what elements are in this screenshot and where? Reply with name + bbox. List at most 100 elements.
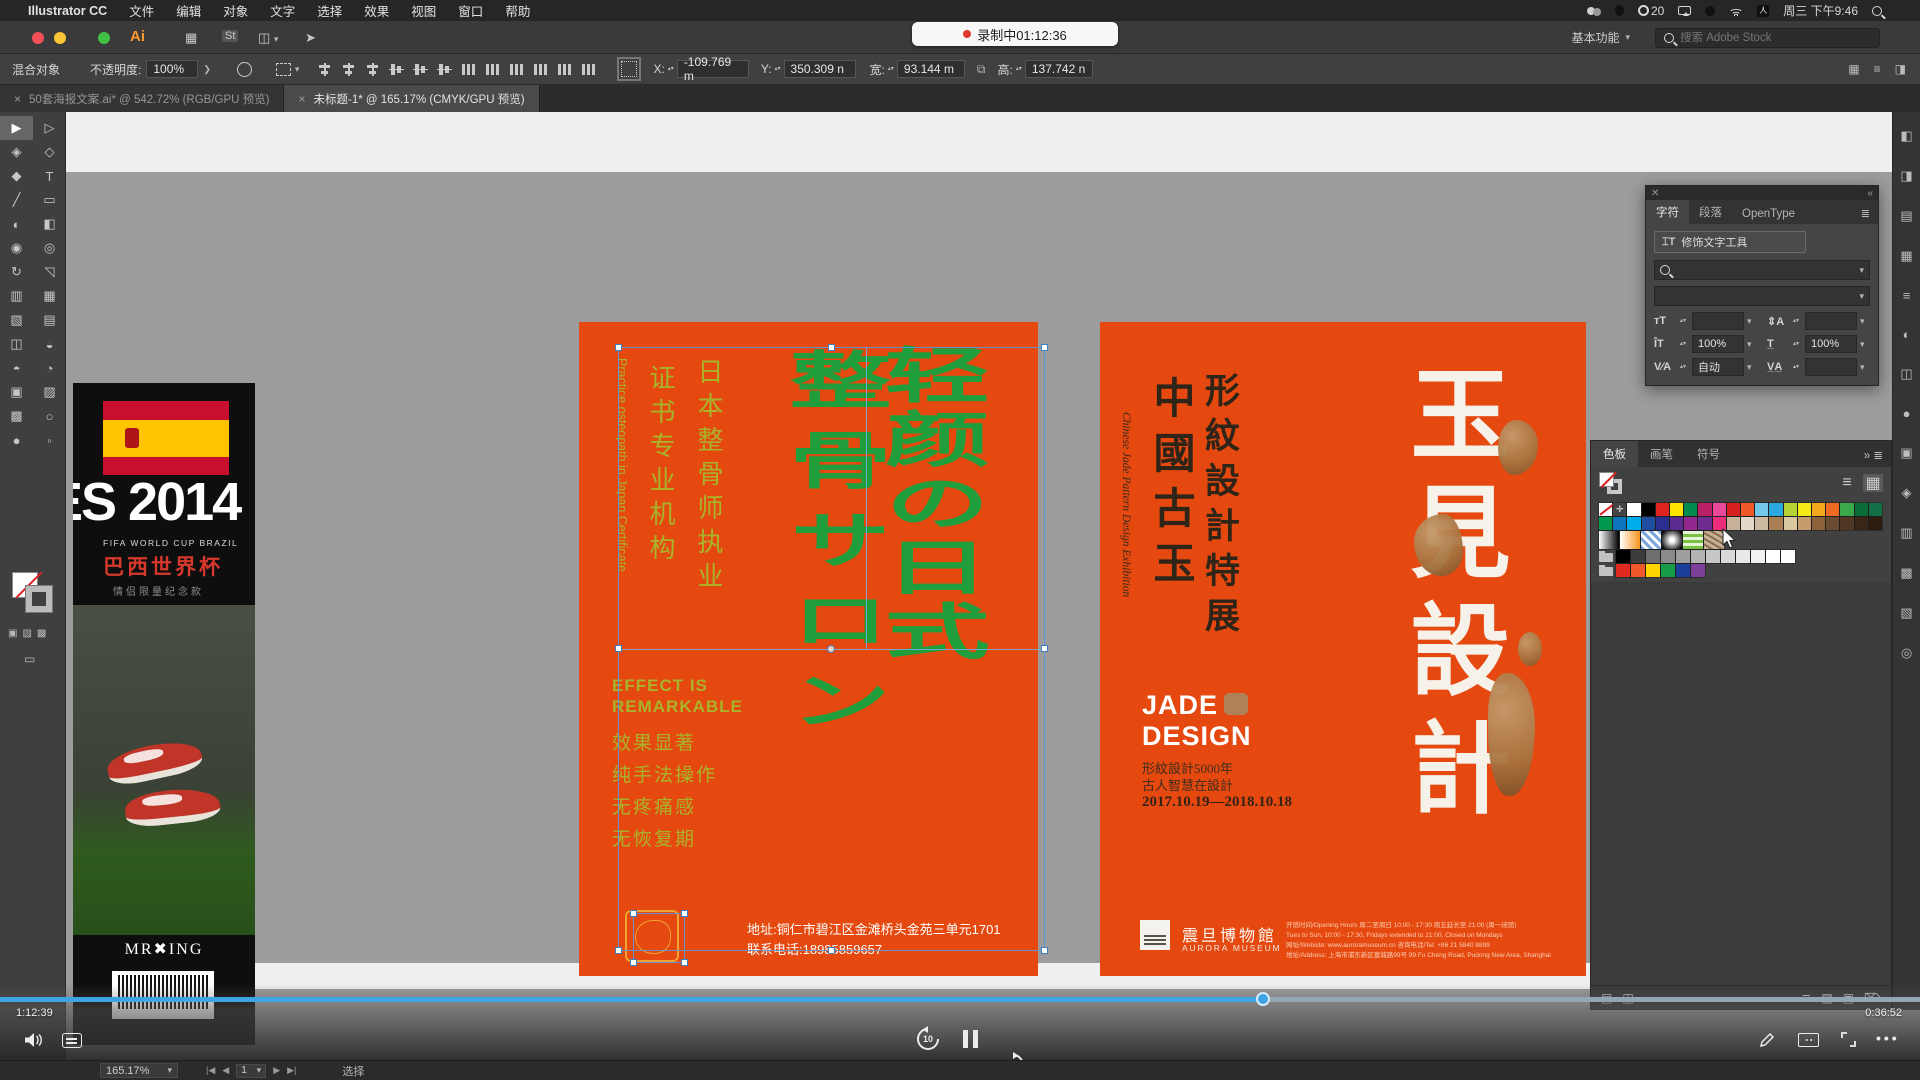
recolor-artwork-icon[interactable] [237,62,252,77]
opacity-dropdown-arrow[interactable]: ❯ [203,64,211,75]
swatch-3d3d3d[interactable] [1631,550,1645,563]
mesh-tool[interactable]: ◫ [0,332,33,356]
swatch-7b3f98[interactable] [1691,564,1705,577]
font-style-select[interactable]: ▾ [1654,286,1870,306]
swatch-3aa94a[interactable] [1840,503,1853,516]
swatch-b5d334[interactable] [1784,503,1797,516]
swatch-c69c6d[interactable] [1798,517,1811,530]
height-field[interactable]: 137.742 n [1025,60,1093,78]
swatch-008a4e[interactable] [1684,503,1697,516]
stock-search-input[interactable] [1680,32,1850,44]
player-progress-track[interactable] [0,997,1920,1002]
swatch-grad-bw[interactable] [1599,531,1619,549]
selection-handle[interactable] [1041,645,1048,652]
leading-control[interactable]: ⇕A ▴▾ ▾ [1767,312,1870,330]
battery-percent-icon[interactable]: 20 [1638,4,1664,18]
menu-item-2[interactable]: 对象 [223,1,248,20]
menu-item-1[interactable]: 编辑 [176,1,201,20]
transform-reference-icon[interactable] [621,61,637,77]
kerning-control[interactable]: V∕A ▴▾ 自动▾ [1654,358,1757,376]
eraser-tool[interactable]: ◎ [33,236,66,260]
direct-selection-tool[interactable]: ▷ [33,116,66,140]
zoom-tool[interactable]: ◦ [33,428,66,452]
width-tool[interactable]: ▥ [0,284,33,308]
prev-artboard-icon[interactable]: ◀ [222,1065,229,1076]
screen-mode-icon[interactable]: ▭ [24,652,35,666]
swatch-8c6239[interactable] [1812,517,1825,530]
type-tool[interactable]: T [33,164,66,188]
swatch-169c46[interactable] [1661,564,1675,577]
char-panel-tab-段落[interactable]: 段落 [1689,200,1732,224]
list-view-icon[interactable]: ≡ [1837,474,1857,492]
selection-center-point[interactable] [827,645,835,653]
swatch-9e9e9e[interactable] [1676,550,1690,563]
app-menu-title[interactable]: Illustrator CC [28,4,107,18]
free-transform-tool[interactable]: ▦ [33,284,66,308]
menu-item-8[interactable]: 帮助 [505,1,530,20]
swatch-0c74bb[interactable] [1613,517,1626,530]
tab-close-icon[interactable]: × [14,92,21,106]
swatch-d61f1f[interactable] [1727,503,1740,516]
panel-menu-icon[interactable]: ≣ [1853,203,1878,224]
selection-handle[interactable] [1041,344,1048,351]
hand-tool[interactable]: ● [0,428,33,452]
tab-close-icon[interactable]: × [298,92,305,106]
stroke-color-swatch[interactable] [26,586,52,612]
color-panel-icon[interactable]: ◧ [1900,128,1912,144]
swatch-bb1f66[interactable] [1698,503,1711,516]
tracking-control[interactable]: V̲A̲ ▴▾ ▾ [1767,358,1870,376]
distribute-hcenter-icon[interactable] [557,63,572,76]
swatch-00abea[interactable] [1627,517,1640,530]
slice-tool[interactable]: ○ [33,404,66,428]
chat-menu-icon[interactable] [1587,6,1601,16]
transform-panel-icon[interactable]: ▦ [1848,62,1859,76]
stock-search-box[interactable] [1655,28,1880,48]
pen-tool[interactable]: ◆ [0,164,33,188]
graphic-styles-icon[interactable]: ▣ [1900,445,1912,461]
magic-wand-tool[interactable]: ◈ [0,140,33,164]
vertical-scale-control[interactable]: ÎT ▴▾ 100%▾ [1654,335,1757,353]
swatch-ffe300[interactable] [1670,503,1683,516]
swatch-6e6e6e[interactable] [1646,550,1660,563]
swatch-none[interactable] [1599,503,1612,516]
rewind-10-button[interactable]: 10 [915,1026,941,1052]
swatches-tab-色板[interactable]: 色板 [1591,441,1638,467]
swatch-3a2616[interactable] [1855,517,1868,530]
selection-handle[interactable] [828,947,835,954]
draw-inside-icon[interactable]: ▩ [37,628,46,639]
swatch-ef5a28[interactable] [1741,503,1754,516]
selection-handle[interactable] [615,645,622,652]
shaper-tool[interactable]: ◉ [0,236,33,260]
width-stepper[interactable]: ▴▾ [888,67,894,72]
distribute-right-icon[interactable] [581,63,596,76]
swatch-1f4ea1[interactable] [1642,517,1655,530]
swatch-e3d9cb[interactable] [1741,517,1754,530]
distribute-bottom-icon[interactable] [509,63,524,76]
char-panel-tab-字符[interactable]: 字符 [1646,200,1689,224]
swatch-00984c[interactable] [1599,517,1612,530]
annotate-icon[interactable] [1758,1031,1776,1049]
fill-stroke-control[interactable] [12,572,54,614]
swatch-grad-rad[interactable] [1662,531,1682,549]
swatch-f5a81d[interactable] [1812,503,1825,516]
swatch-f6ea16[interactable] [1798,503,1811,516]
keyboard-icon[interactable] [1798,1033,1819,1047]
menu-extra-icon[interactable] [1705,6,1715,16]
align-center-icon[interactable] [341,63,356,76]
gradient-tool[interactable]: ◒ [33,332,66,356]
minimize-window-button[interactable] [54,32,66,44]
airplay-icon[interactable] [1678,6,1691,15]
swatch-156f46[interactable] [1869,503,1882,516]
rotate-tool[interactable]: ↻ [0,260,33,284]
color-guide-icon[interactable]: ◨ [1900,168,1912,184]
perspective-grid-tool[interactable]: ▤ [33,308,66,332]
links-icon[interactable]: ◎ [1901,645,1912,661]
swatch-000000[interactable] [1642,503,1655,516]
symbols-panel-icon[interactable]: ◈ [1902,485,1912,501]
subtitles-icon[interactable] [62,1033,82,1048]
selection-handle[interactable] [828,344,835,351]
swatch-6b4c32[interactable] [1826,517,1839,530]
swatch-cbb9a1[interactable] [1755,517,1768,530]
gradient-panel-icon[interactable]: ◐ [1903,327,1911,342]
constrain-proportions-icon[interactable]: ⧉ [977,62,986,77]
